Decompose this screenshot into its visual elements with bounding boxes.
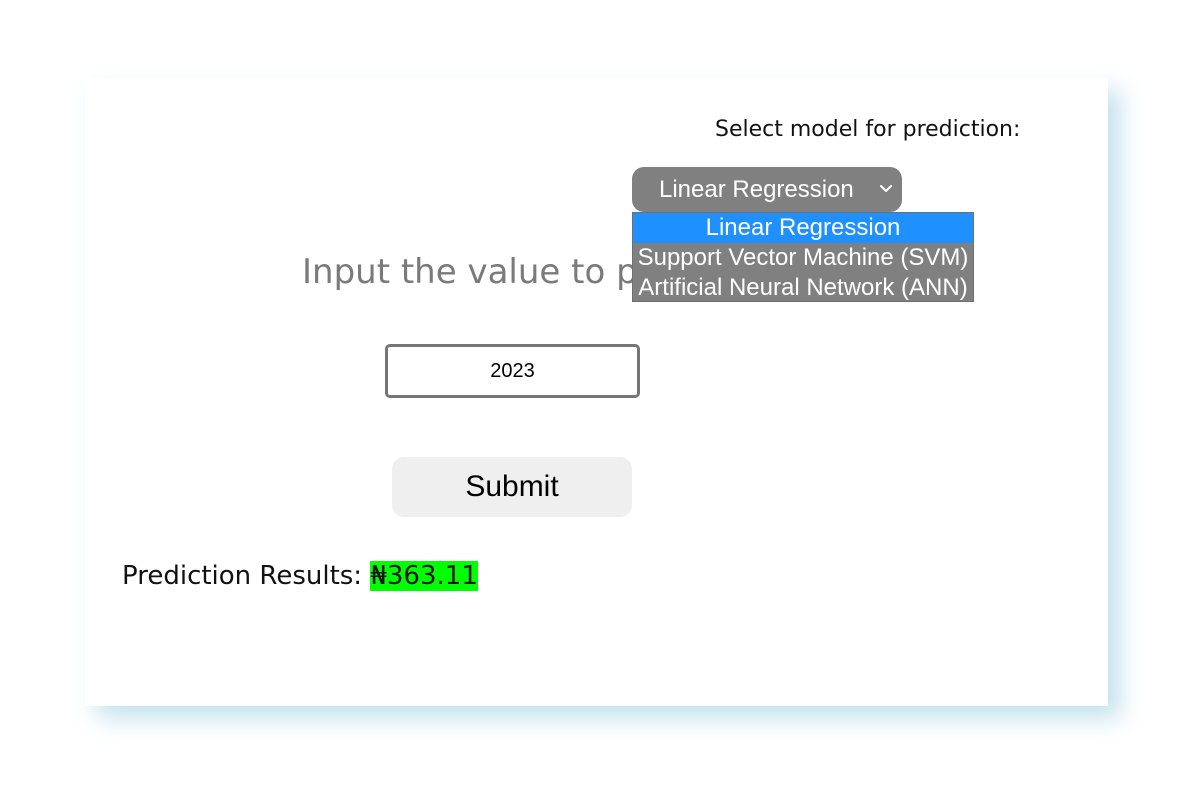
model-options-list: Linear Regression Support Vector Machine… xyxy=(632,212,974,302)
option-linear-regression[interactable]: Linear Regression xyxy=(633,213,973,243)
submit-button[interactable]: Submit xyxy=(392,457,632,517)
prediction-results-label: Prediction Results: xyxy=(122,561,371,591)
option-ann[interactable]: Artificial Neural Network (ANN) xyxy=(633,273,973,303)
model-select-label: Select model for prediction: xyxy=(715,117,1021,142)
value-input[interactable] xyxy=(385,344,640,398)
prediction-results: Prediction Results: ₦363.11 xyxy=(122,561,478,591)
model-select[interactable]: Linear Regression xyxy=(632,167,902,212)
prediction-value: ₦363.11 xyxy=(370,561,478,591)
option-svm[interactable]: Support Vector Machine (SVM) xyxy=(633,243,973,273)
page-heading: Input the value to pr xyxy=(302,252,652,292)
chevron-down-icon xyxy=(880,185,892,192)
model-select-value: Linear Regression xyxy=(659,176,854,203)
